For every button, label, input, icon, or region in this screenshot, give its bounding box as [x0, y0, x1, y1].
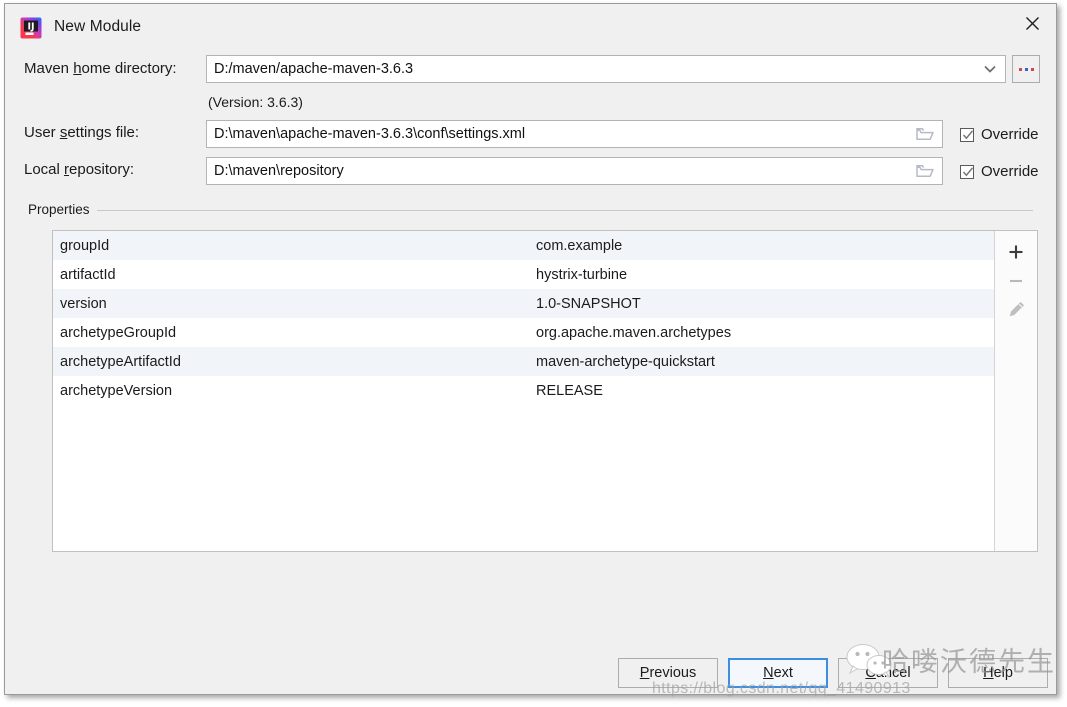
help-post: elp: [994, 665, 1013, 681]
local-repository-value: D:\maven\repository: [214, 163, 344, 179]
previous-button-label: Previous: [640, 665, 696, 681]
table-row[interactable]: archetypeGroupId org.apache.maven.archet…: [53, 318, 994, 347]
local-repository-label: Local repository:: [24, 161, 134, 178]
cancel-mnemonic: C: [865, 665, 875, 681]
properties-group-divider: [93, 210, 1033, 211]
property-value: maven-archetype-quickstart: [536, 354, 994, 370]
local-repository-label-post: epository:: [69, 161, 134, 178]
property-key: archetypeGroupId: [53, 325, 536, 341]
cancel-button[interactable]: Cancel: [838, 658, 938, 688]
user-settings-label: User settings file:: [24, 124, 139, 141]
remove-property-button[interactable]: [999, 266, 1033, 295]
maven-home-value: D:/maven/apache-maven-3.6.3: [214, 61, 413, 77]
ellipsis-icon: [1019, 68, 1034, 71]
intellij-idea-icon: IJ: [20, 17, 42, 39]
property-key: archetypeVersion: [53, 383, 536, 399]
cancel-button-label: Cancel: [865, 665, 910, 681]
table-row[interactable]: archetypeVersion RELEASE: [53, 376, 994, 405]
properties-table: groupId com.example artifactId hystrix-t…: [52, 230, 1038, 552]
folder-open-icon[interactable]: [915, 126, 935, 142]
checkbox-checked-icon: [960, 165, 974, 179]
edit-property-button[interactable]: [999, 295, 1033, 324]
property-key: groupId: [53, 238, 536, 254]
help-button-label: Help: [983, 665, 1013, 681]
user-settings-label-pre: User: [24, 124, 60, 141]
svg-text:IJ: IJ: [27, 22, 34, 33]
property-value: org.apache.maven.archetypes: [536, 325, 994, 341]
table-row[interactable]: archetypeArtifactId maven-archetype-quic…: [53, 347, 994, 376]
dialog-titlebar: IJ New Module: [5, 4, 1056, 48]
local-repository-label-pre: Local: [24, 161, 64, 178]
next-button[interactable]: Next: [728, 658, 828, 688]
property-value: com.example: [536, 238, 994, 254]
folder-open-icon[interactable]: [915, 163, 935, 179]
property-value: hystrix-turbine: [536, 267, 994, 283]
screenshot-root: IJ New Module Maven home directory: D:/m…: [0, 0, 1067, 707]
maven-home-label-mnemonic: h: [73, 60, 81, 77]
property-value: RELEASE: [536, 383, 994, 399]
new-module-dialog: IJ New Module Maven home directory: D:/m…: [4, 3, 1057, 695]
help-button[interactable]: Help: [948, 658, 1048, 688]
next-mnemonic: N: [763, 665, 773, 681]
property-key: archetypeArtifactId: [53, 354, 536, 370]
local-repository-override-checkbox[interactable]: Override: [960, 163, 1039, 180]
table-row[interactable]: groupId com.example: [53, 231, 994, 260]
user-settings-override-checkbox[interactable]: Override: [960, 126, 1039, 143]
previous-mnemonic: P: [640, 665, 650, 681]
add-property-button[interactable]: [999, 237, 1033, 266]
maven-home-browse-button[interactable]: [1012, 55, 1040, 83]
next-post: ext: [774, 665, 793, 681]
previous-button[interactable]: Previous: [618, 658, 718, 688]
local-repository-override-label: Override: [981, 163, 1039, 180]
properties-group-title: Properties: [28, 202, 97, 217]
chevron-down-icon[interactable]: [983, 62, 997, 76]
properties-table-body: groupId com.example artifactId hystrix-t…: [53, 231, 994, 551]
property-value: 1.0-SNAPSHOT: [536, 296, 994, 312]
table-row[interactable]: version 1.0-SNAPSHOT: [53, 289, 994, 318]
maven-home-label-post: ome directory:: [82, 60, 177, 77]
properties-toolbar: [994, 231, 1037, 551]
next-button-label: Next: [763, 665, 793, 681]
user-settings-override-label: Override: [981, 126, 1039, 143]
maven-home-combobox[interactable]: D:/maven/apache-maven-3.6.3: [206, 55, 1006, 83]
dialog-title: New Module: [54, 18, 141, 36]
cancel-post: ancel: [876, 665, 911, 681]
user-settings-label-post: ettings file:: [67, 124, 139, 141]
local-repository-input[interactable]: D:\maven\repository: [206, 157, 943, 185]
table-row[interactable]: artifactId hystrix-turbine: [53, 260, 994, 289]
user-settings-value: D:\maven\apache-maven-3.6.3\conf\setting…: [214, 126, 525, 142]
checkbox-checked-icon: [960, 128, 974, 142]
help-mnemonic: H: [983, 665, 993, 681]
maven-version-note: (Version: 3.6.3): [208, 94, 303, 110]
maven-home-label-pre: Maven: [24, 60, 73, 77]
previous-post: revious: [649, 665, 696, 681]
close-button[interactable]: [1008, 4, 1056, 42]
maven-home-label: Maven home directory:: [24, 60, 177, 77]
user-settings-input[interactable]: D:\maven\apache-maven-3.6.3\conf\setting…: [206, 120, 943, 148]
property-key: version: [53, 296, 536, 312]
property-key: artifactId: [53, 267, 536, 283]
